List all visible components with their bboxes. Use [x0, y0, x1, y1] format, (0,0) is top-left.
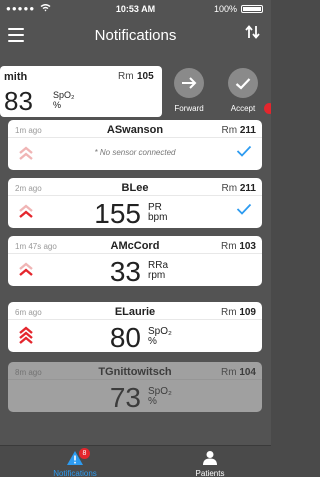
person-icon: [203, 451, 217, 465]
alert-card[interactable]: 1m ago ASwanson Rm 211 * No sensor conne…: [8, 120, 262, 170]
divider: [8, 379, 262, 380]
page-title: Notifications: [94, 27, 177, 44]
room-number: 104: [239, 367, 256, 378]
vital-unit: RRa rpm: [148, 261, 168, 281]
room-label: Rm: [220, 307, 237, 318]
tab-notifications-label: Notifications: [53, 469, 97, 477]
tab-notifications[interactable]: 8 Notifications: [15, 446, 135, 477]
vital-unit-measure: %: [53, 100, 62, 110]
room-label: Rm: [220, 367, 237, 378]
forward-label: Forward: [174, 104, 204, 113]
room: Rm 104: [221, 367, 256, 378]
room: Rm 109: [221, 307, 256, 318]
accept-button[interactable]: Accept: [215, 66, 271, 118]
room-label: Rm: [220, 241, 237, 252]
severity-medium-icon: [19, 262, 33, 276]
battery-icon: [241, 5, 263, 13]
accept-label: Accept: [230, 104, 256, 113]
vital-unit-name: SpO₂: [53, 90, 75, 100]
room: Rm 211: [222, 183, 256, 194]
vital-unit: SpO₂ %: [148, 387, 172, 407]
checkmark-icon: [228, 68, 258, 98]
forward-button[interactable]: Forward: [161, 66, 217, 118]
app-screen: ●●●●● 10:53 AM 100% Notifications mith R…: [0, 0, 271, 477]
notification-count-badge: 8: [79, 448, 90, 459]
tab-bar: 8 Notifications Patients: [0, 445, 271, 477]
severity-high-icon: [19, 326, 33, 344]
severity-medium-icon: [19, 204, 33, 218]
room-number: 109: [239, 307, 256, 318]
patient-name: mith: [4, 71, 28, 83]
arrow-right-icon: [174, 68, 204, 98]
vital-value: 73: [109, 382, 141, 412]
vital-value: 80: [109, 322, 141, 352]
divider: [8, 137, 262, 138]
status-bar: ●●●●● 10:53 AM 100%: [0, 0, 271, 18]
accepted-check-icon: [236, 203, 252, 215]
battery-percent: 100%: [213, 4, 237, 14]
room-number: 211: [239, 183, 256, 194]
nav-bar: Notifications: [0, 18, 271, 52]
vital-value: 33: [109, 256, 141, 286]
tab-patients[interactable]: Patients: [150, 446, 270, 477]
alert-card[interactable]: 1m 47s ago AMcCord Rm 103 33 RRa rpm: [8, 236, 262, 286]
vital-unit: SpO₂ %: [148, 327, 172, 347]
room-label: Rm: [221, 183, 238, 194]
vital-unit: PR bpm: [148, 203, 167, 223]
room-label: Rm: [221, 125, 238, 136]
room: Rm 103: [221, 241, 256, 252]
alarm-dot-indicator: [264, 103, 271, 114]
vital-unit-measure: %: [148, 336, 157, 347]
alert-card[interactable]: 8m ago TGnittowitsch Rm 104 73 SpO₂ %: [8, 362, 262, 412]
accepted-check-icon: [236, 145, 252, 157]
alert-card[interactable]: 2m ago BLee Rm 211 155 PR bpm: [8, 178, 262, 228]
vital-value: 155: [94, 198, 141, 228]
room-label: Rm: [118, 71, 134, 82]
vital-unit-measure: bpm: [148, 212, 168, 223]
vital-unit-measure: rpm: [148, 270, 166, 281]
room-number: 103: [239, 241, 256, 252]
divider: [8, 253, 262, 254]
vital-value: 83: [4, 86, 33, 116]
alert-card[interactable]: 6m ago ELaurie Rm 109 80 SpO₂ %: [8, 302, 262, 352]
divider: [8, 319, 262, 320]
room-number: 211: [239, 125, 256, 136]
room: Rm 211: [222, 125, 256, 136]
room-number: 105: [137, 71, 154, 82]
divider: [8, 195, 262, 196]
sort-icon[interactable]: [245, 25, 261, 43]
tab-patients-label: Patients: [195, 469, 225, 477]
vital-unit-measure: %: [148, 396, 157, 407]
sensor-status: * No sensor connected: [94, 148, 176, 157]
vital-unit: SpO₂ %: [53, 90, 75, 110]
swiped-alert-card[interactable]: mith Rm 105 83 SpO₂ %: [0, 66, 162, 117]
